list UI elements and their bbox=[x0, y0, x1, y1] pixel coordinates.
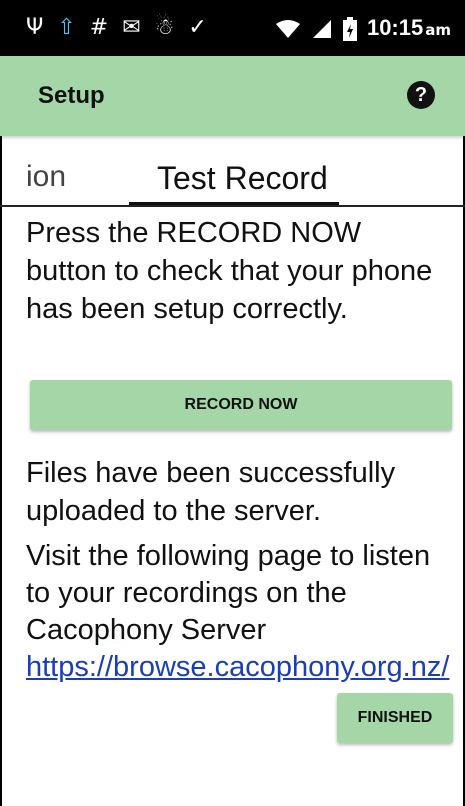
upload-status-text: Files have been successfully uploaded to… bbox=[26, 457, 396, 527]
status-bar: Ψ ⇧ # ✉ ☃ ✓ 10:15 am bbox=[0, 0, 465, 56]
app-bar: Setup ? bbox=[0, 56, 465, 136]
tab-divider bbox=[0, 205, 465, 207]
hash-icon: # bbox=[89, 15, 109, 40]
system-icons: 10:15 am bbox=[275, 14, 451, 44]
signal-icon bbox=[312, 20, 331, 38]
record-now-button[interactable]: RECORD NOW bbox=[30, 380, 452, 430]
clock-time: 10:15 bbox=[366, 15, 424, 40]
battery-icon bbox=[342, 17, 357, 41]
tab-test-record[interactable]: Test Record bbox=[157, 160, 328, 197]
instructions-text: Press the RECORD NOW button to check tha… bbox=[26, 217, 433, 325]
mail-icon: ✉ bbox=[122, 15, 141, 40]
page-title: Setup bbox=[38, 82, 105, 109]
usb-icon: Ψ bbox=[26, 15, 44, 40]
bug-icon: ☃ bbox=[154, 15, 175, 40]
tab-previous[interactable]: ion bbox=[26, 160, 66, 194]
clock-ampm: am bbox=[425, 21, 451, 39]
check-icon: ✓ bbox=[188, 15, 207, 40]
help-icon[interactable]: ? bbox=[407, 81, 435, 109]
notification-icons: Ψ ⇧ # ✉ ☃ ✓ bbox=[26, 14, 207, 42]
wifi-icon bbox=[275, 20, 300, 38]
tab-bar: ion Test Record bbox=[0, 140, 465, 206]
server-link[interactable]: https://browse.cacophony.org.nz/ bbox=[26, 651, 449, 683]
visit-text: Visit the following page to listen to yo… bbox=[26, 538, 458, 686]
upload-icon: ⇧ bbox=[57, 15, 76, 40]
finished-button[interactable]: FINISHED bbox=[337, 693, 453, 743]
visit-instructions: Visit the following page to listen to yo… bbox=[26, 540, 431, 646]
